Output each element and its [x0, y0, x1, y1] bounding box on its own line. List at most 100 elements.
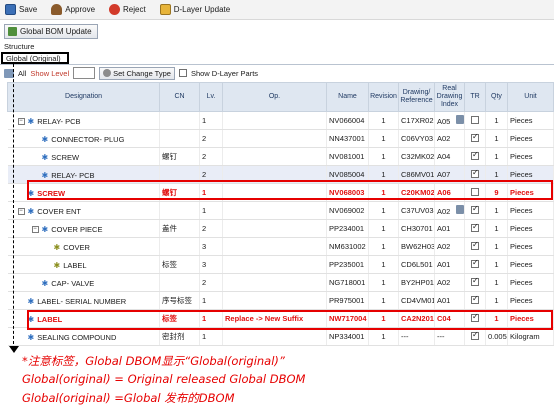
table-row[interactable]: − ✱ RELAY- PCB 1 NV066004 1 C17XR02 A05 1 Pieces	[7, 111, 554, 130]
cell-real-drawing-index: ---	[434, 327, 465, 346]
cell-tr	[464, 327, 486, 346]
cell-name: PP235001	[326, 255, 369, 274]
cell-real-drawing-index: A02	[434, 273, 465, 292]
part-gear-icon: ✱	[53, 243, 61, 253]
table-row[interactable]: ✱CAP- VALVE2NG7180011BY2HP01A021Pieces	[7, 273, 554, 292]
real-drawing-index-text: A02	[437, 134, 451, 143]
tr-checkbox[interactable]	[471, 294, 479, 304]
col-cn[interactable]: CN	[159, 82, 200, 112]
real-drawing-index-text: ---	[437, 332, 445, 341]
expand-toggle-icon[interactable]: −	[17, 118, 25, 125]
table-row[interactable]: ✱ LABEL- SERIAL NUMBER 序号标签 1 PR975001 1 CD4VM…	[7, 291, 554, 310]
table-row[interactable]: −✱COVER ENT1NV0690021C37UV03A021Pieces	[7, 201, 554, 220]
tr-checkbox[interactable]	[471, 132, 479, 142]
cell-name: PR975001	[326, 291, 369, 310]
table-row[interactable]: ✱COVER3NM6310021BW62H03A021Pieces	[7, 237, 554, 256]
show-dlayer-label: Show D-Layer Parts	[190, 68, 259, 78]
cell-designation: ✱ SEALING COMPOUND	[7, 327, 160, 346]
expand-toggle-icon[interactable]: −	[17, 208, 25, 215]
cell-unit: Pieces	[507, 237, 554, 256]
designation-text: RELAY- PCB	[51, 171, 95, 181]
cell-cn: 标签	[159, 255, 200, 274]
tr-checkbox[interactable]	[471, 222, 479, 232]
table-row[interactable]: ✱SCREW螺钉2NV0810011C32MK02A041Pieces	[7, 147, 554, 166]
cell-real-drawing-index: A02	[434, 237, 465, 256]
part-gear-icon: ✱	[41, 153, 49, 163]
cell-unit: Pieces	[507, 201, 554, 220]
table-row[interactable]: −✱COVER PIECE盖件2PP2340011CH30701A011Piec…	[7, 219, 554, 238]
part-gear-icon: ✱	[41, 225, 49, 234]
designation-text: SCREW	[51, 153, 80, 163]
cell-tr	[464, 273, 486, 292]
tr-checkbox[interactable]	[471, 258, 479, 268]
tr-checkbox[interactable]	[471, 168, 479, 178]
col-real-drawing-index[interactable]: Real Drawing Index	[434, 82, 465, 112]
cell-name: PP234001	[326, 219, 369, 238]
approve-button[interactable]: Approve	[49, 2, 97, 18]
designation-text: LABEL- SERIAL NUMBER	[37, 297, 127, 307]
part-gear-icon: ✱	[41, 171, 49, 181]
tr-checkbox[interactable]	[471, 276, 479, 286]
table-row[interactable]: ✱LABEL标签3PP2350011CD6L501A011Pieces	[7, 255, 554, 274]
reject-button[interactable]: Reject	[107, 2, 148, 18]
dlayer-update-button[interactable]: D-Layer Update	[158, 2, 232, 18]
cell-op	[222, 111, 327, 130]
cell-drawing: CD6L501	[398, 255, 435, 274]
save-button[interactable]: Save	[3, 2, 39, 18]
col-lv[interactable]: Lv.	[199, 82, 223, 112]
cell-lv: 1	[199, 327, 223, 346]
col-name[interactable]: Name	[326, 82, 369, 112]
filter-bar: All Show Level Set Change Type Show D-La…	[4, 66, 258, 80]
tr-checkbox[interactable]	[471, 150, 479, 160]
set-change-type-button[interactable]: Set Change Type	[99, 66, 175, 80]
cell-revision: 1	[368, 147, 399, 166]
tr-checkbox[interactable]	[471, 204, 479, 214]
real-drawing-index-text: A05	[437, 117, 451, 126]
part-gear-icon: ✱	[41, 279, 49, 289]
cell-unit: Pieces	[507, 273, 554, 292]
global-bom-update-button[interactable]: Global BOM Update	[4, 24, 98, 39]
cell-designation: ✱ LABEL	[7, 255, 160, 274]
real-drawing-index-text: A02	[437, 242, 451, 251]
cell-designation: ✱ CAP- VALVE	[7, 273, 160, 292]
dlayer-icon	[159, 4, 171, 15]
col-designation[interactable]: Designation	[7, 82, 160, 112]
expand-toggle-icon[interactable]: −	[31, 226, 39, 233]
save-label: Save	[19, 5, 38, 14]
col-unit[interactable]: Unit	[507, 82, 554, 112]
cell-unit: Pieces	[507, 111, 554, 130]
tab-divider	[0, 64, 554, 65]
document-icon[interactable]	[456, 205, 464, 214]
col-op[interactable]: Op.	[222, 82, 327, 112]
highlight-box-label	[27, 310, 553, 330]
show-level-input[interactable]	[73, 67, 96, 79]
tr-checkbox[interactable]	[471, 240, 479, 250]
document-icon[interactable]	[456, 115, 464, 124]
cell-lv: 3	[199, 237, 223, 256]
tr-checkbox[interactable]	[471, 330, 479, 340]
cell-real-drawing-index: A02	[434, 201, 465, 220]
cell-designation: ✱ CONNECTOR- PLUG	[7, 129, 160, 148]
cell-qty: 1	[485, 129, 508, 148]
cell-qty: 0.005	[485, 327, 508, 346]
structure-label: Structure	[4, 42, 35, 51]
table-row[interactable]: ✱SEALING COMPOUND密封剂1NP3340011------0.00…	[7, 327, 554, 346]
cell-lv: 2	[199, 273, 223, 292]
cell-qty: 1	[485, 273, 508, 292]
col-qty[interactable]: Qty	[485, 82, 508, 112]
all-label[interactable]: All	[18, 69, 26, 78]
cell-designation: ✱ SCREW	[7, 147, 160, 166]
cell-cn	[159, 111, 200, 130]
tab-global-original[interactable]: Global (Original)	[1, 52, 69, 64]
col-tr[interactable]: TR	[464, 82, 486, 112]
cell-unit: Pieces	[507, 255, 554, 274]
cell-tr	[464, 255, 486, 274]
col-drawing-reference[interactable]: Drawing/ Reference	[398, 82, 435, 112]
show-dlayer-checkbox[interactable]	[178, 69, 187, 77]
cell-revision: 1	[368, 111, 399, 130]
table-row[interactable]: ✱CONNECTOR- PLUG2NN4370011C06VY03A021Pie…	[7, 129, 554, 148]
tr-checkbox[interactable]	[471, 115, 479, 124]
cell-cn	[159, 129, 200, 148]
cell-name: NM631002	[326, 237, 369, 256]
col-revision[interactable]: Revision	[368, 82, 399, 112]
